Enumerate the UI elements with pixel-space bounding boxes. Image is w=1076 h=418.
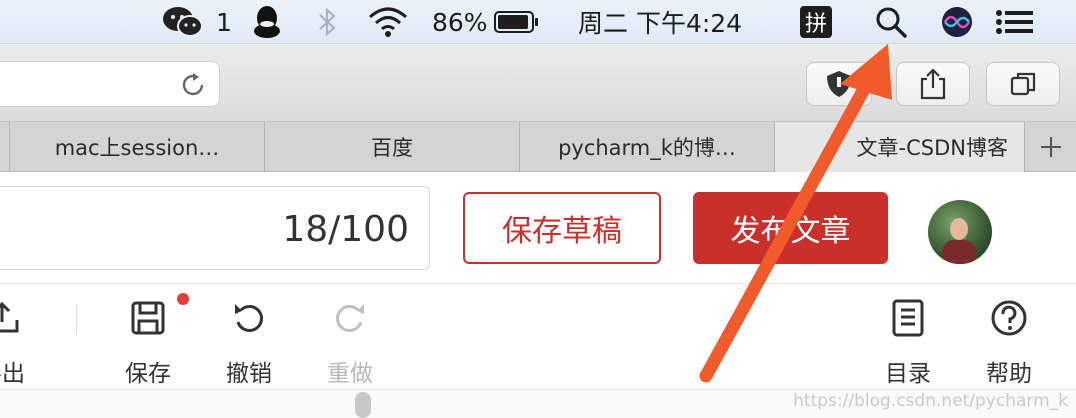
editor-header: 18/100 保存草稿 发布文章 [0,172,1076,284]
wechat-icon[interactable] [162,0,204,44]
export-label: 导出 [0,361,25,387]
toc-tool[interactable]: 目录 [863,298,953,388]
battery-icon[interactable] [494,0,540,44]
save-icon [128,298,168,338]
tab-partial[interactable] [0,122,10,172]
spotlight-search-icon[interactable] [874,0,908,44]
reload-icon[interactable] [179,71,207,103]
wechat-unread-count: 1 [216,7,232,37]
privacy-extension-button[interactable] [806,62,872,106]
undo-icon [229,298,269,338]
publish-article-button[interactable]: 发布文章 [693,192,888,264]
macos-menu-bar: 1 86% 周二 下午4:24 拼 [0,0,1076,44]
export-icon [0,298,22,338]
battery-percent: 86% [432,7,488,37]
shield-icon [827,71,851,97]
toolbar-divider [76,304,77,334]
help-icon [989,298,1029,338]
article-title-input[interactable]: 18/100 [0,186,430,270]
screenshot-root: 1 86% 周二 下午4:24 拼 mac上session… 百度 pychar… [0,0,1076,418]
share-button[interactable] [896,62,970,106]
tab-label: 百度 [371,136,413,160]
help-tool[interactable]: 帮助 [964,298,1054,388]
input-method-label: 拼 [800,6,832,38]
list-menu-icon[interactable] [996,0,1034,44]
address-bar[interactable] [0,61,220,107]
plus-icon [1040,137,1061,157]
bluetooth-icon[interactable] [316,0,340,44]
tabs-overview-icon [1010,72,1036,96]
clock[interactable]: 周二 下午4:24 [578,0,742,44]
save-label: 保存 [125,361,171,387]
toc-label: 目录 [885,361,931,387]
avatar[interactable] [928,200,992,264]
help-label: 帮助 [986,361,1032,387]
tab-mac-session[interactable]: mac上session… [10,122,265,172]
redo-label: 重做 [327,361,373,387]
undo-tool[interactable]: 撤销 [204,298,294,388]
tab-label: pycharm_k的博… [558,136,736,160]
save-tool[interactable]: 保存 [103,298,193,388]
tab-label: mac上session… [54,136,220,160]
show-all-tabs-button[interactable] [986,62,1060,106]
save-draft-button[interactable]: 保存草稿 [463,192,661,264]
browser-toolbar [0,44,1076,122]
table-of-contents-icon [888,298,928,338]
watermark: https://blog.csdn.net/pycharm_k [793,391,1068,411]
export-tool[interactable]: 导出 [0,298,47,388]
tab-baidu[interactable]: 百度 [265,122,520,172]
avatar-face [950,218,968,240]
scrollbar-thumb[interactable] [355,392,371,418]
tab-label: 文章-CSDN博客 [856,136,1008,160]
wifi-icon[interactable] [366,0,410,44]
input-method-icon[interactable]: 拼 [800,0,832,44]
tab-csdn-article[interactable]: 文章-CSDN博客 [775,122,1025,172]
tab-bar: mac上session… 百度 pycharm_k的博… 文章-CSDN博客 [0,122,1076,172]
qq-icon[interactable] [252,0,282,44]
siri-icon[interactable] [940,0,974,44]
unsaved-indicator-dot [177,293,189,305]
avatar-body [942,240,976,264]
tab-pycharm-blog[interactable]: pycharm_k的博… [520,122,775,172]
undo-label: 撤销 [226,361,272,387]
title-char-counter: 18/100 [282,208,409,250]
redo-icon [330,298,370,338]
redo-tool[interactable]: 重做 [305,298,395,388]
share-icon [920,68,946,100]
new-tab-button[interactable] [1025,122,1076,172]
